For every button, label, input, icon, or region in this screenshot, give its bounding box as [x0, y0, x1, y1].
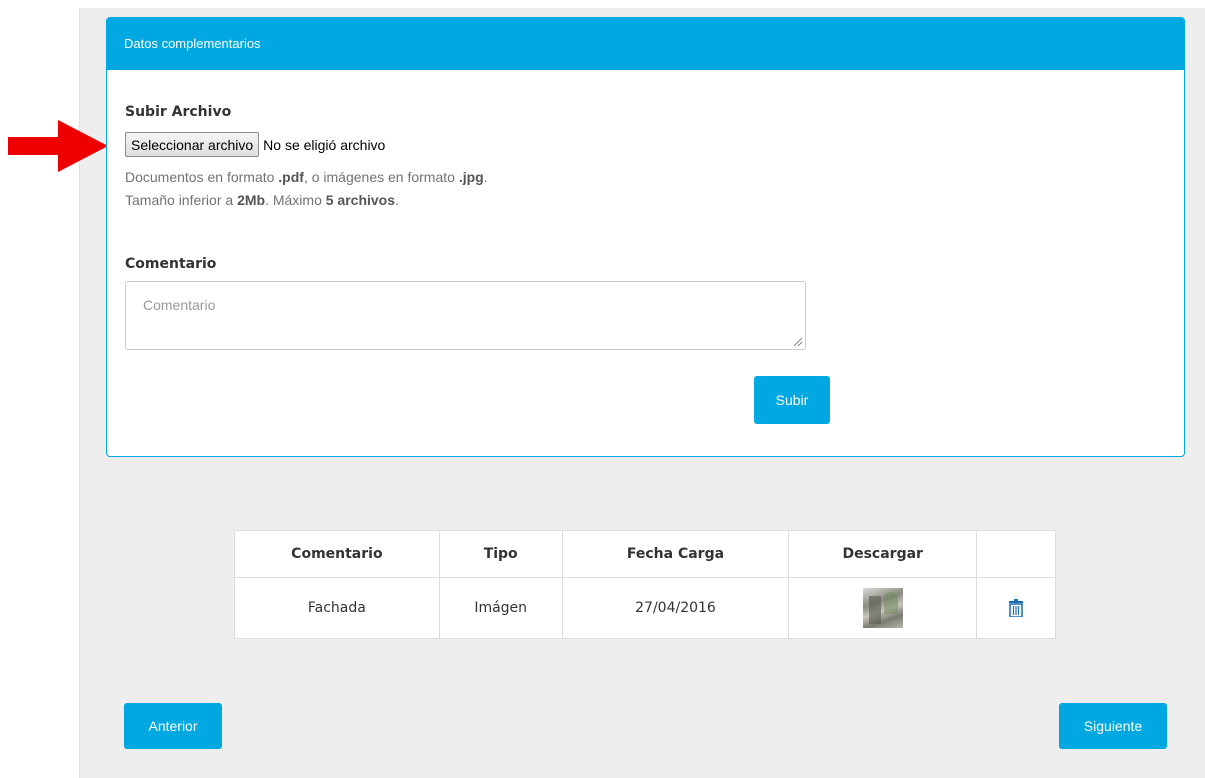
previous-button[interactable]: Anterior: [124, 703, 222, 749]
file-status-text: No se eligió archivo: [263, 136, 386, 153]
image-thumbnail[interactable]: [862, 588, 903, 628]
cell-delete: [976, 577, 1056, 639]
cell-download: [788, 577, 978, 639]
column-header-type: Tipo: [438, 530, 563, 578]
comment-textarea[interactable]: Comentario: [125, 281, 806, 350]
trash-icon[interactable]: [1009, 599, 1024, 617]
next-button[interactable]: Siguiente: [1059, 703, 1167, 749]
panel-heading: Datos complementarios: [107, 18, 1184, 70]
cell-type: Imágen: [438, 577, 563, 639]
cell-date: 27/04/2016: [561, 577, 790, 639]
column-header-download: Descargar: [788, 530, 978, 578]
help-text-formats: Documentos en formato .pdf, o imágenes e…: [125, 169, 488, 185]
resize-grip-icon[interactable]: [793, 337, 802, 346]
submit-upload-button[interactable]: Subir: [754, 376, 830, 424]
uploaded-files-table: Comentario Tipo Fecha Carga Descargar Fa…: [234, 530, 1056, 639]
choose-file-button[interactable]: Seleccionar archivo: [125, 132, 260, 157]
table-header-row: Comentario Tipo Fecha Carga Descargar: [234, 530, 1056, 578]
help-text-limits: Tamaño inferior a 2Mb. Máximo 5 archivos…: [125, 192, 399, 208]
file-input[interactable]: Seleccionar archivo No se eligió archivo: [125, 132, 385, 157]
right-arrow-icon: [8, 120, 108, 172]
column-header-actions: [976, 530, 1056, 578]
comment-label: Comentario: [125, 256, 217, 272]
column-header-comment: Comentario: [234, 530, 440, 578]
comment-placeholder: Comentario: [143, 297, 216, 313]
upload-file-label: Subir Archivo: [125, 104, 232, 120]
column-header-date: Fecha Carga: [561, 530, 790, 578]
table-row: Fachada Imágen 27/04/2016: [234, 577, 1056, 639]
cell-comment: Fachada: [234, 577, 440, 639]
complementary-data-panel: Datos complementarios: [106, 17, 1185, 457]
